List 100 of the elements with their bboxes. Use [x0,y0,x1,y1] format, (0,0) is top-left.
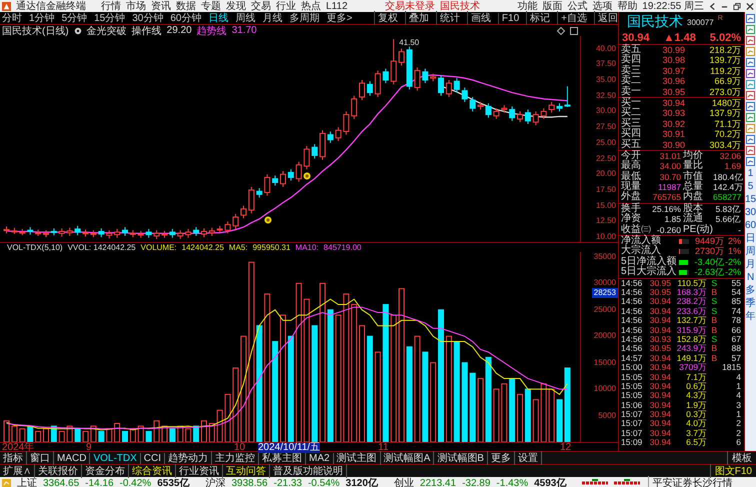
tick-count: 78 [730,316,741,326]
chart-tool-button[interactable]: 复权 [374,11,398,25]
menu-item[interactable]: 数据 [176,0,196,13]
period-tab[interactable]: 分时 [2,11,22,25]
chart-tool-button[interactable]: +自选 [557,11,587,25]
candlestick [74,225,81,236]
candlestick [485,102,492,118]
tick-volume: 315.9万 [676,326,707,335]
indicator-name: VOL-TDX(5,10) [7,243,63,252]
candlestick [327,131,334,144]
tick-count: 4 [735,372,741,382]
bar [312,325,318,442]
menu-item[interactable]: 交易 [251,0,271,13]
menu-item[interactable]: 热点 [301,0,321,13]
period-button[interactable]: 5 [748,181,754,192]
chart-tool-button[interactable]: 画线 [466,11,491,25]
bar [406,346,412,442]
chart-tool-button[interactable]: 叠加 [404,11,429,25]
stat-label: 量比 [682,161,704,172]
date-label: 10 [234,443,246,453]
tick-time: 14:56 [621,334,644,344]
menu-item[interactable]: 版面 [542,0,562,13]
index-name[interactable]: 创业 [394,476,414,487]
period-tab[interactable]: 5分钟 [62,11,88,25]
tick-volume: 3.7万 [685,428,707,438]
alert-text[interactable]: 交易未登录 [384,0,435,13]
menu-item[interactable]: 市场 [126,0,146,13]
tick-price: 30.94 [648,326,671,335]
flow-value: -2.63亿 [693,267,724,278]
period-tab[interactable]: 周线 [236,11,256,25]
period-tab[interactable]: 更多> [326,11,352,25]
bar [146,430,152,442]
bar [485,356,492,442]
axis-label: 27.50 [596,122,616,132]
candlestick [524,109,531,125]
order-price: 30.91 [661,129,685,140]
period-button[interactable]: 60 [745,220,756,231]
candlestick [564,86,570,108]
menu-item[interactable]: 专题 [201,0,221,13]
stat-value: 180.4亿 [713,172,744,182]
period-button[interactable]: 年 [746,311,756,322]
menu-item[interactable]: 行情 [101,0,121,13]
stat-value: -0.260 [656,224,681,235]
chart-tool-button[interactable]: F10 [498,12,520,24]
menu-item[interactable]: 公式 [567,0,588,13]
period-button[interactable]: 季 [746,298,756,309]
axis-label: 25000 [594,304,616,315]
period-tab[interactable]: 60分钟 [170,11,202,25]
index-name[interactable]: 沪深 [205,476,226,487]
period-button[interactable]: 30 [745,207,756,218]
stat-label: 今开 [621,150,642,161]
period-button[interactable]: 多 [746,285,756,296]
index-name[interactable]: 上证 [17,476,37,487]
period-button[interactable]: 1 [748,168,754,179]
clock: 19:22:55 周三 [642,0,704,13]
candlestick [422,68,428,84]
flow-value: 9449万 [694,236,724,246]
index-change-percent: -0.42% [120,478,152,487]
bar [470,372,476,442]
period-button[interactable]: 月 [746,259,756,270]
tick-price: 30.94 [648,391,671,401]
flow-percent: 2% [726,236,741,246]
chart-tool-button[interactable]: 统计 [436,11,460,25]
axis-label: 10000 [594,384,616,394]
menu-item[interactable]: 选项 [592,0,612,13]
axis-label: 15.00 [596,200,616,211]
period-button[interactable]: 周 [746,246,756,257]
period-tab[interactable]: 15分钟 [94,11,126,25]
period-button[interactable]: N [746,272,754,283]
axis-label: 40.00 [596,44,616,54]
menu-item[interactable]: 帮助 [617,0,638,13]
order-volume: 139.7万 [708,55,741,66]
tick-time: 15:00 [621,363,644,373]
period-tab[interactable]: 多周期 [290,11,320,25]
chart-tool-button[interactable]: 返回 [594,11,618,25]
order-level-label: 卖三 [621,66,642,76]
period-button[interactable]: 日 [746,233,756,244]
tick-side: S [710,306,717,316]
menu-item[interactable]: 发现 [226,0,246,13]
menu-item[interactable]: 功能 [517,0,538,13]
bar [4,420,10,442]
menu-item[interactable]: 行业 [276,0,296,13]
index-change-percent: -1.43% [496,478,528,487]
indicator-value: 1424042.25 [182,243,224,252]
flow-value: 2730万 [694,246,724,257]
indicator-name: 金光突破 [86,24,127,38]
period-button[interactable]: 15 [745,194,756,205]
menu-item[interactable]: 资讯 [151,0,171,13]
flow-percent: -2% [724,256,741,268]
period-tab[interactable]: 日线 [208,11,228,25]
menu-item[interactable]: L112 [326,0,348,12]
alert-text[interactable]: 国民技术 [440,0,480,13]
price-change: ▲1.48 [664,32,696,44]
tick-count: 2 [735,428,741,438]
indicator-value: 29.20 [166,25,192,36]
chart-tool-button[interactable]: 标记 [526,11,550,25]
period-tab[interactable]: 30分钟 [132,11,164,25]
period-tab[interactable]: 月线 [262,11,282,25]
bar [19,428,26,442]
period-tab[interactable]: 1分钟 [29,11,55,25]
